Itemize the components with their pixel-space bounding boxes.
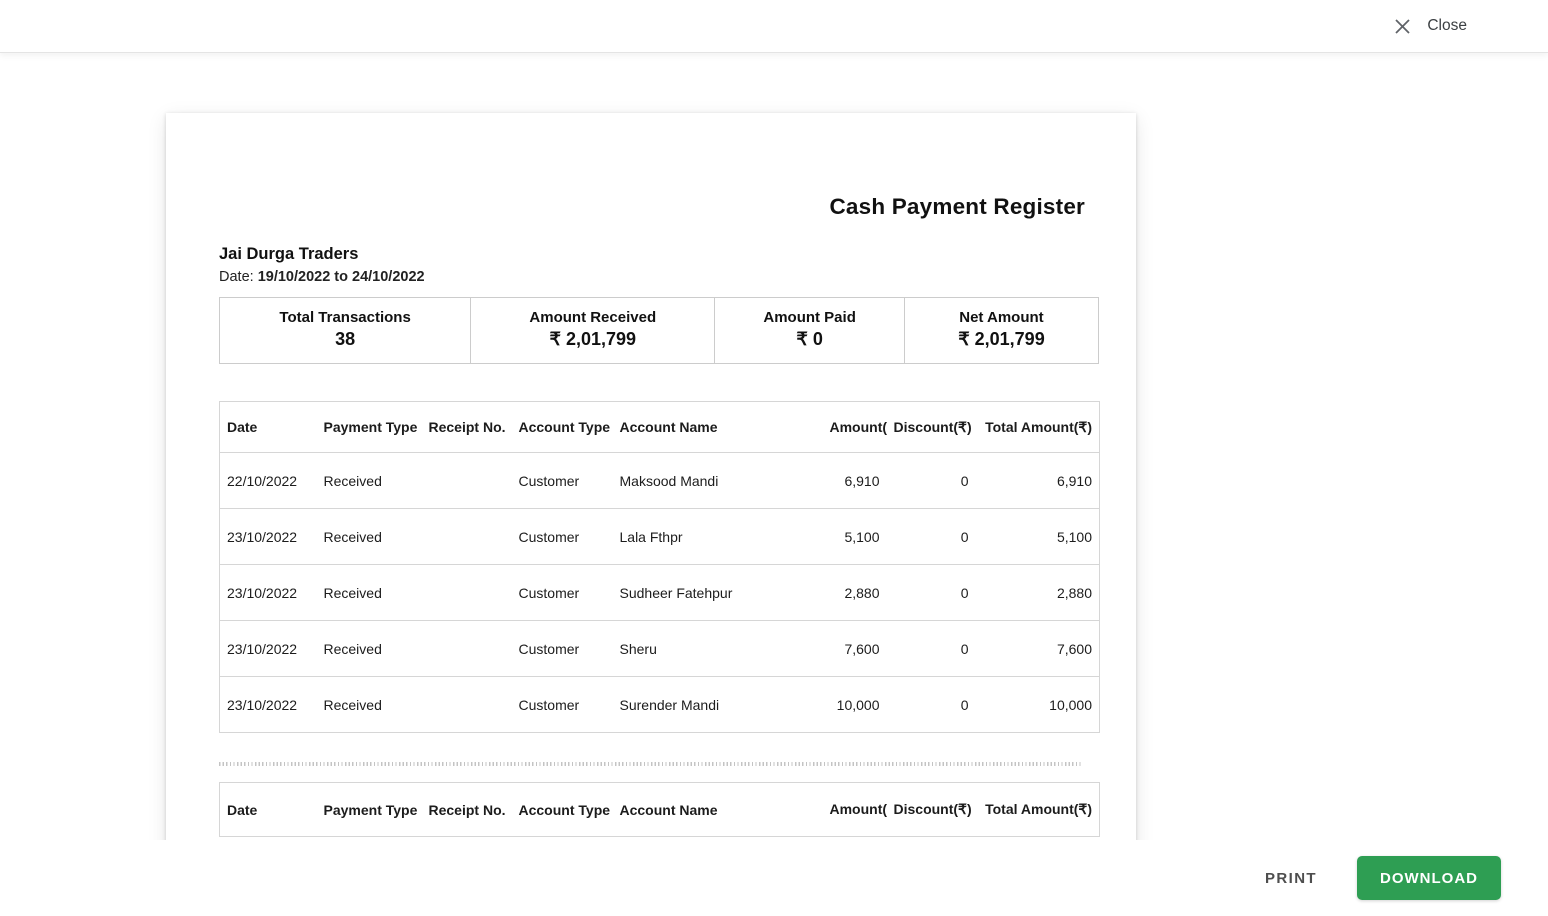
col-header-account-name: Account Name — [619, 801, 718, 818]
table-row: 23/10/2022 Received Customer Surender Ma… — [219, 676, 1100, 733]
col-header-total-amount: Total Amount(₹) — [985, 801, 1092, 817]
table-row: 23/10/2022 Received Customer Lala Fthpr … — [219, 508, 1100, 565]
cell-payment-type: Received — [316, 508, 422, 565]
cell-payment-type: Received — [316, 564, 422, 621]
summary-row: Total Transactions 38 Amount Received ₹ … — [219, 297, 1099, 364]
cell-discount: 0 — [886, 452, 976, 509]
cell-account-name: Lala Fthpr — [612, 508, 823, 565]
cell-account-type: Customer — [511, 620, 613, 677]
cell-total-amount: 5,100 — [975, 508, 1100, 565]
cell-receipt-no — [421, 676, 512, 733]
transactions-table: Date Payment Type Receipt No. Account Ty… — [219, 401, 1100, 733]
summary-value: 38 — [335, 329, 356, 349]
summary-amount-paid: Amount Paid ₹ 0 — [714, 298, 904, 363]
print-button[interactable]: PRINT — [1251, 860, 1331, 897]
col-header-account-type: Account Type — [518, 801, 611, 818]
col-header-total-amount: Total Amount(₹) — [985, 418, 1092, 435]
col-header-amount: Amount(₹) — [829, 418, 887, 435]
summary-label: Amount Received — [529, 309, 657, 326]
col-header-account-name: Account Name — [619, 419, 718, 435]
close-button[interactable]: Close — [1392, 13, 1469, 39]
cell-account-type: Customer — [511, 508, 613, 565]
cell-account-type: Customer — [511, 452, 613, 509]
col-header-amount: Amount(₹) — [829, 801, 887, 817]
cell-discount: 0 — [886, 508, 976, 565]
close-label: Close — [1427, 17, 1467, 34]
cell-date: 23/10/2022 — [219, 564, 317, 621]
top-bar: Close — [0, 0, 1548, 53]
cell-payment-type: Received — [316, 452, 422, 509]
summary-label: Net Amount — [959, 309, 1044, 326]
report-preview-area[interactable]: Cash Payment Register Jai Durga Traders … — [0, 54, 1548, 840]
cell-payment-type: Received — [316, 620, 422, 677]
cell-receipt-no — [421, 508, 512, 565]
summary-net-amount: Net Amount ₹ 2,01,799 — [903, 298, 1098, 363]
col-header-discount: Discount(₹) — [893, 801, 972, 817]
col-header-receipt-no: Receipt No. — [428, 419, 506, 435]
cell-discount: 0 — [886, 676, 976, 733]
cell-total-amount: 6,910 — [975, 452, 1100, 509]
cell-amount: 10,000 — [822, 676, 887, 733]
action-bar: PRINT DOWNLOAD — [0, 840, 1548, 916]
cell-receipt-no — [421, 564, 512, 621]
business-name: Jai Durga Traders — [219, 245, 359, 263]
report-title: Cash Payment Register — [829, 194, 1085, 219]
summary-value: ₹ 2,01,799 — [549, 329, 637, 349]
cell-discount: 0 — [886, 620, 976, 677]
cell-total-amount: 10,000 — [975, 676, 1100, 733]
cell-account-type: Customer — [511, 564, 613, 621]
date-range-row: Date: 19/10/2022 to 24/10/2022 — [219, 269, 1099, 285]
cell-account-name: Maksood Mandi — [612, 452, 823, 509]
summary-amount-received: Amount Received ₹ 2,01,799 — [470, 298, 714, 363]
cell-date: 22/10/2022 — [219, 452, 317, 509]
cell-date: 23/10/2022 — [219, 620, 317, 677]
cell-total-amount: 2,880 — [975, 564, 1100, 621]
cell-amount: 7,600 — [822, 620, 887, 677]
cell-total-amount: 7,600 — [975, 620, 1100, 677]
cell-receipt-no — [421, 620, 512, 677]
cell-date: 23/10/2022 — [219, 508, 317, 565]
summary-value: ₹ 2,01,799 — [958, 329, 1045, 349]
cell-amount: 6,910 — [822, 452, 887, 509]
col-header-date: Date — [227, 419, 258, 435]
col-header-account-type: Account Type — [518, 419, 611, 435]
col-header-payment-type: Payment Type — [323, 801, 418, 818]
close-icon — [1394, 18, 1411, 35]
cell-receipt-no — [421, 452, 512, 509]
col-header-receipt-no: Receipt No. — [428, 801, 506, 818]
table-header-row: Date Payment Type Receipt No. Account Ty… — [220, 783, 1100, 837]
transactions-table-page2: Date Payment Type Receipt No. Account Ty… — [219, 782, 1100, 837]
col-header-payment-type: Payment Type — [323, 419, 418, 435]
cell-payment-type: Received — [316, 676, 422, 733]
cell-account-type: Customer — [511, 676, 613, 733]
summary-label: Amount Paid — [763, 309, 856, 326]
cell-amount: 5,100 — [822, 508, 887, 565]
table-row: 23/10/2022 Received Customer Sheru 7,600… — [219, 620, 1100, 677]
cell-amount: 2,880 — [822, 564, 887, 621]
download-button[interactable]: DOWNLOAD — [1357, 856, 1501, 900]
date-label: Date: — [219, 269, 254, 285]
col-header-discount: Discount(₹) — [893, 418, 972, 435]
table-row: 22/10/2022 Received Customer Maksood Man… — [219, 452, 1100, 509]
table-header-row: Date Payment Type Receipt No. Account Ty… — [220, 402, 1100, 453]
table-row: 23/10/2022 Received Customer Sudheer Fat… — [219, 564, 1100, 621]
cell-date: 23/10/2022 — [219, 676, 317, 733]
summary-value: ₹ 0 — [796, 329, 823, 349]
date-range-value: 19/10/2022 to 24/10/2022 — [257, 269, 425, 285]
report-page: Cash Payment Register Jai Durga Traders … — [166, 113, 1136, 840]
page-break-divider — [219, 762, 1083, 766]
summary-total-transactions: Total Transactions 38 — [220, 298, 470, 363]
col-header-date: Date — [227, 801, 258, 818]
cell-account-name: Surender Mandi — [612, 676, 823, 733]
cell-account-name: Sheru — [612, 620, 823, 677]
cell-discount: 0 — [886, 564, 976, 621]
cell-account-name: Sudheer Fatehpur — [612, 564, 823, 621]
summary-label: Total Transactions — [279, 309, 411, 326]
